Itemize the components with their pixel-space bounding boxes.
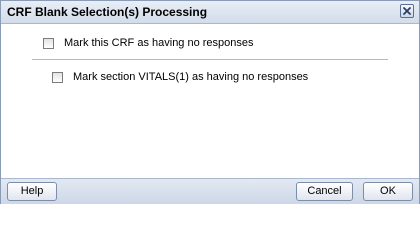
section-no-responses-label: Mark section VITALS(1) as having no resp… bbox=[73, 71, 309, 83]
close-icon bbox=[403, 7, 411, 15]
cancel-button[interactable]: Cancel bbox=[296, 182, 353, 201]
dialog-footer: Help Cancel OK bbox=[1, 178, 419, 204]
crf-blank-selection-dialog: CRF Blank Selection(s) Processing Mark t… bbox=[0, 0, 420, 204]
crf-no-responses-checkbox[interactable] bbox=[43, 37, 54, 49]
dialog-title: CRF Blank Selection(s) Processing bbox=[7, 5, 208, 19]
section-option-row[interactable]: Mark section VITALS(1) as having no resp… bbox=[52, 71, 308, 83]
dialog-titlebar[interactable]: CRF Blank Selection(s) Processing bbox=[1, 1, 419, 24]
help-button[interactable]: Help bbox=[7, 182, 57, 201]
dialog-content: Mark this CRF as having no responses Mar… bbox=[1, 24, 419, 178]
crf-no-responses-label: Mark this CRF as having no responses bbox=[64, 37, 254, 49]
ok-button[interactable]: OK bbox=[363, 182, 413, 201]
divider bbox=[32, 59, 388, 60]
crf-option-row[interactable]: Mark this CRF as having no responses bbox=[43, 37, 254, 49]
section-no-responses-checkbox[interactable] bbox=[52, 71, 63, 83]
close-button[interactable] bbox=[400, 4, 414, 18]
